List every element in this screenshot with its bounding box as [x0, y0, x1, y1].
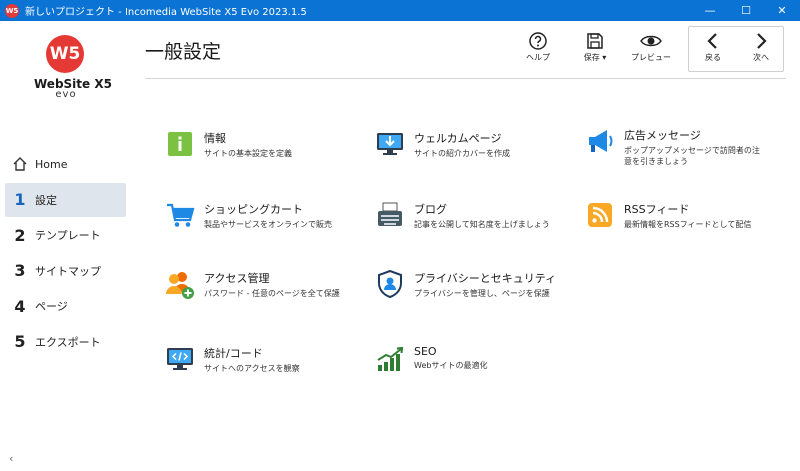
- next-button[interactable]: 次へ: [738, 31, 784, 63]
- sidebar-item-label: 設定: [35, 193, 57, 207]
- grid-item-desc: サイトへのアクセスを観察: [204, 364, 300, 373]
- grid-item-title: RSSフィード: [624, 203, 690, 216]
- page-navigation: 戻る 次へ: [688, 26, 784, 72]
- grid-item-desc: ポップアップメッセージで訪問者の注意を引きましょう: [624, 146, 760, 166]
- grid-item-desc: パスワード - 任意のページを全て保護: [204, 289, 340, 298]
- sidebar-item-label: エクスポート: [35, 335, 101, 349]
- step-number: 4: [14, 296, 26, 316]
- step-number: 2: [14, 225, 26, 245]
- grid-item-title: ウェルカムページ: [414, 132, 502, 145]
- grid-item-title: ブログ: [414, 203, 447, 216]
- sidebar-item-sitemap[interactable]: 3 サイトマップ: [5, 254, 126, 288]
- home-icon: [5, 156, 35, 172]
- back-label: 戻る: [705, 53, 721, 62]
- window-title: 新しいプロジェクト - Incomedia WebSite X5 Evo 202…: [25, 7, 307, 18]
- preview-label: プレビュー: [631, 53, 671, 62]
- sidebar-item-pages[interactable]: 4 ページ: [5, 289, 126, 323]
- window-controls: — ☐ ✕: [692, 0, 800, 21]
- grid-item-desc: 製品やサービスをオンラインで販売: [204, 220, 332, 229]
- monitor-icon: [374, 128, 406, 160]
- grid-item-title: SEO: [414, 345, 437, 358]
- grid-item-blog[interactable]: ブログ 記事を公開して知名度を上げましょう: [374, 199, 564, 239]
- sidebar-nav: Home 1 設定 2 テンプレート 3 サイトマップ 4 ページ 5 エクスポ…: [5, 147, 126, 361]
- grid-item-title: アクセス管理: [204, 272, 270, 285]
- grid-item-desc: サイトの基本設定を定義: [204, 149, 292, 158]
- grid-item-privacy-security[interactable]: プライバシーとセキュリティ プライバシーを管理し、ページを保護: [374, 268, 574, 308]
- sidebar: W5 WebSite X5 evo Home 1 設定 2 テンプレート 3 サ…: [0, 21, 131, 471]
- cart-icon: [164, 199, 196, 231]
- grid-item-ad-message[interactable]: 広告メッセージ ポップアップメッセージで訪問者の注意を引きましょう: [584, 125, 769, 166]
- close-button[interactable]: ✕: [764, 0, 800, 21]
- minimize-button[interactable]: —: [692, 0, 728, 21]
- grid-item-access-control[interactable]: アクセス管理 パスワード - 任意のページを全て保護: [164, 268, 354, 308]
- help-label: ヘルプ: [526, 53, 550, 62]
- page-title: 一般設定: [145, 41, 222, 63]
- typewriter-icon: [374, 199, 406, 231]
- help-button[interactable]: ヘルプ: [515, 31, 561, 63]
- grid-item-title: 広告メッセージ: [624, 129, 701, 142]
- back-button[interactable]: 戻る: [690, 31, 736, 63]
- chart-icon: [374, 343, 406, 375]
- sidebar-item-label: Home: [35, 157, 68, 171]
- sidebar-item-template[interactable]: 2 テンプレート: [5, 218, 126, 252]
- sidebar-item-label: ページ: [35, 300, 68, 314]
- grid-item-title: 情報: [204, 132, 226, 145]
- rss-icon: [584, 199, 616, 231]
- title-bar: W5 新しいプロジェクト - Incomedia WebSite X5 Evo …: [0, 0, 800, 21]
- save-button[interactable]: 保存 ▾: [572, 31, 618, 63]
- megaphone-icon: [584, 125, 616, 157]
- code-monitor-icon: [164, 343, 196, 375]
- grid-item-title: 統計/コード: [204, 347, 263, 360]
- grid-item-info[interactable]: 情報 サイトの基本設定を定義: [164, 128, 354, 168]
- eye-icon: [628, 31, 674, 51]
- grid-item-welcome-page[interactable]: ウェルカムページ サイトの紹介カバーを作成: [374, 128, 564, 168]
- sidebar-item-export[interactable]: 5 エクスポート: [5, 325, 126, 359]
- app-icon: W5: [5, 3, 19, 18]
- chevron-left-icon: [690, 31, 736, 51]
- users-icon: [164, 268, 196, 300]
- grid-item-rss-feed[interactable]: RSSフィード 最新情報をRSSフィードとして配信: [584, 199, 774, 239]
- grid-item-desc: 最新情報をRSSフィードとして配信: [624, 220, 752, 229]
- step-number: 1: [14, 190, 26, 210]
- step-number: 5: [14, 332, 26, 352]
- save-label: 保存: [583, 53, 600, 62]
- help-icon: [515, 31, 561, 51]
- sidebar-item-label: サイトマップ: [35, 264, 101, 278]
- grid-item-desc: サイトの紹介カバーを作成: [414, 149, 510, 158]
- collapse-sidebar-button[interactable]: ‹: [9, 452, 13, 465]
- maximize-button[interactable]: ☐: [728, 0, 764, 21]
- step-number: 3: [14, 261, 26, 281]
- shield-icon: [374, 268, 406, 300]
- preview-button[interactable]: プレビュー: [628, 31, 674, 63]
- sidebar-item-settings[interactable]: 1 設定: [5, 182, 126, 217]
- grid-item-seo[interactable]: SEO Webサイトの最適化: [374, 343, 564, 383]
- grid-item-statistics-code[interactable]: 統計/コード サイトへのアクセスを観察: [164, 343, 354, 383]
- logo: W5 WebSite X5 evo: [34, 35, 112, 100]
- logo-mark: W5: [46, 35, 84, 73]
- next-label: 次へ: [753, 53, 769, 62]
- chevron-right-icon: [738, 31, 784, 51]
- save-icon: [572, 31, 618, 51]
- grid-item-desc: プライバシーを管理し、ページを保護: [414, 289, 550, 298]
- grid-item-title: ショッピングカート: [204, 203, 303, 216]
- grid-item-title: プライバシーとセキュリティ: [414, 272, 557, 285]
- sidebar-item-home[interactable]: Home: [5, 147, 126, 181]
- info-icon: [164, 128, 196, 160]
- grid-item-desc: Webサイトの最適化: [414, 361, 488, 370]
- grid-item-shopping-cart[interactable]: ショッピングカート 製品やサービスをオンラインで販売: [164, 199, 354, 239]
- grid-item-desc: 記事を公開して知名度を上げましょう: [414, 220, 550, 229]
- sidebar-item-label: テンプレート: [35, 229, 101, 243]
- header: 一般設定 ヘルプ 保存 ▾ プレビュー 戻る 次へ: [145, 21, 786, 79]
